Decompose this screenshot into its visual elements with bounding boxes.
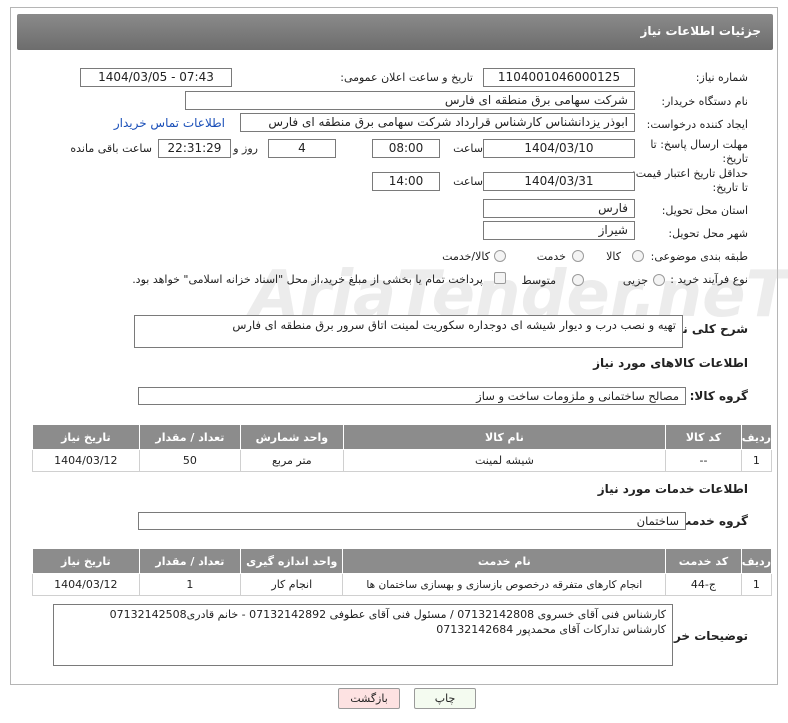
goods-col-date: تاریخ نیاز (32, 424, 140, 450)
announce-field: 1404/03/05 - 07:43 (80, 68, 232, 87)
services-cell-qty: 1 (138, 573, 242, 596)
goods-col-name: نام کالا (342, 424, 667, 450)
services-cell-date: 1404/03/12 (32, 573, 140, 596)
category-option-service: خدمت (536, 250, 566, 263)
services-col-qty: تعداد / مقدار (138, 548, 242, 574)
category-option-goods-service: کالا/خدمت (442, 250, 490, 263)
goods-col-qty: تعداد / مقدار (138, 424, 242, 450)
days-field: 4 (268, 139, 336, 158)
back-button[interactable]: بازگشت (338, 688, 400, 709)
city-label: شهر محل تحویل: (668, 227, 748, 240)
description-textarea: تهیه و نصب درب و دیوار شیشه ای دوجداره س… (134, 315, 683, 348)
creator-field: ابوذر یزدانشناس کارشناس قرارداد شرکت سها… (240, 113, 635, 132)
goods-group-label: گروه کالا: (689, 389, 748, 403)
services-group-field: ساختمان (138, 512, 686, 530)
buyer-notes-line-1: کارشناس فنی آقای خسروی 07132142808 / مسئ… (109, 608, 666, 621)
validity-time-field: 14:00 (372, 172, 440, 191)
buyer-contact-link[interactable]: اطلاعات تماس خریدار (114, 116, 225, 130)
buyer-org-label: نام دستگاه خریدار: (661, 95, 748, 108)
reply-date-field: 1404/03/10 (483, 139, 635, 158)
need-number-field: 1104001046000125 (483, 68, 635, 87)
announce-label: تاریخ و ساعت اعلان عمومی: (340, 71, 473, 84)
services-cell-row: 1 (740, 573, 773, 596)
goods-cell-date: 1404/03/12 (32, 449, 140, 472)
reply-time-field: 08:00 (372, 139, 440, 158)
goods-col-code: کد کالا (665, 424, 742, 450)
process-label: نوع فرآیند خرید : (670, 273, 748, 286)
goods-cell-unit: متر مربع (240, 449, 344, 472)
price-validity-label-2: تا تاریخ: (712, 181, 748, 194)
services-col-name: نام خدمت (342, 548, 667, 574)
goods-col-unit: واحد شمارش (240, 424, 344, 450)
services-cell-unit: انجام کار (240, 573, 344, 596)
creator-label: ایجاد کننده درخواست: (646, 118, 748, 131)
category-radio-goods-service[interactable] (494, 250, 506, 262)
goods-cell-code: -- (665, 449, 742, 472)
table-row: 1 ج-44 انجام کارهای متفرقه درخصوص بازساز… (32, 573, 773, 596)
remaining-label: ساعت باقی مانده (70, 142, 152, 155)
city-field: شیراز (483, 221, 635, 240)
services-col-row: ردیف (740, 548, 773, 574)
services-cell-code: ج-44 (665, 573, 742, 596)
goods-cell-name: شیشه لمینت (342, 449, 667, 472)
treasury-payment-note: پرداخت تمام یا بخشی از مبلغ خرید،از محل … (132, 273, 483, 286)
buyer-notes-line-2: کارشناس تدارکات آقای محمدپور 07132142684 (436, 623, 666, 636)
process-option-medium: متوسط (521, 274, 556, 287)
process-radio-medium[interactable] (572, 274, 584, 286)
need-number-label: شماره نیاز: (695, 71, 748, 84)
remaining-time-field: 22:31:29 (158, 139, 231, 158)
treasury-payment-checkbox[interactable] (494, 272, 506, 284)
goods-cell-qty: 50 (138, 449, 242, 472)
province-label: استان محل تحویل: (661, 204, 748, 217)
buyer-notes-textarea: کارشناس فنی آقای خسروی 07132142808 / مسئ… (53, 604, 673, 666)
panel-title: جزئیات اطلاعات نیاز (17, 14, 773, 50)
validity-time-label: ساعت (453, 175, 483, 188)
reply-time-label: ساعت (453, 142, 483, 155)
reply-deadline-label: مهلت ارسال پاسخ: تا (650, 138, 748, 151)
category-radio-service[interactable] (572, 250, 584, 262)
category-radio-goods[interactable] (632, 250, 644, 262)
goods-group-field: مصالح ساختمانی و ملزومات ساخت و ساز (138, 387, 686, 405)
goods-col-row: ردیف (740, 424, 773, 450)
province-field: فارس (483, 199, 635, 218)
services-col-code: کد خدمت (665, 548, 742, 574)
goods-section-title: اطلاعات کالاهای مورد نیاز (593, 356, 748, 370)
category-label: طبقه بندی موضوعی: (650, 250, 748, 263)
table-row: 1 -- شیشه لمینت متر مربع 50 1404/03/12 (32, 449, 773, 472)
services-section-title: اطلاعات خدمات مورد نیاز (597, 482, 748, 496)
print-button[interactable]: چاپ (414, 688, 476, 709)
services-col-date: تاریخ نیاز (32, 548, 140, 574)
category-option-goods: کالا (606, 250, 621, 263)
goods-table: ردیف کد کالا نام کالا واحد شمارش تعداد /… (32, 424, 773, 472)
reply-deadline-label-2: تاریخ: (722, 152, 748, 165)
days-label: روز و (233, 142, 258, 155)
services-table: ردیف کد خدمت نام خدمت واحد اندازه گیری ت… (32, 548, 773, 596)
process-option-minor: جزیی (622, 274, 648, 287)
price-validity-label: حداقل تاریخ اعتبار قیمت: (632, 167, 748, 180)
services-cell-name: انجام کارهای متفرقه درخصوص بازسازی و بهس… (342, 573, 667, 596)
buyer-org-field: شرکت سهامی برق منطقه ای فارس (185, 91, 635, 110)
services-col-unit: واحد اندازه گیری (240, 548, 344, 574)
process-radio-minor[interactable] (653, 274, 665, 286)
goods-cell-row: 1 (740, 449, 773, 472)
validity-date-field: 1404/03/31 (483, 172, 635, 191)
